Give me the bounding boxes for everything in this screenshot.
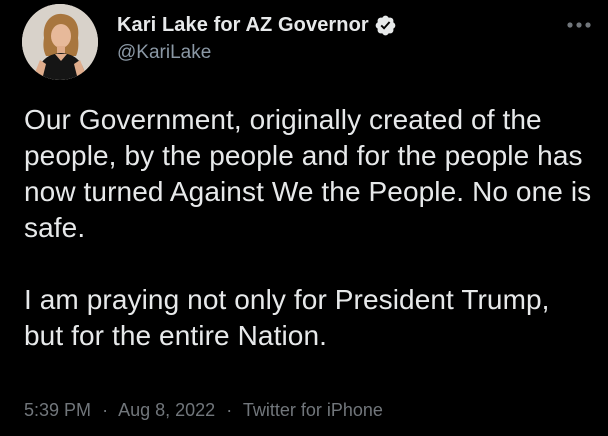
meta-separator: ·	[226, 400, 233, 420]
tweet-source[interactable]: Twitter for iPhone	[243, 400, 383, 420]
avatar[interactable]	[22, 4, 98, 80]
author-block: Kari Lake for AZ Governor @KariLake	[117, 12, 397, 64]
tweet-card: Kari Lake for AZ Governor @KariLake Our …	[0, 0, 608, 436]
profile-photo-icon	[22, 4, 98, 80]
user-handle[interactable]: @KariLake	[117, 42, 397, 64]
tweet-text: Our Government, originally created of th…	[24, 102, 596, 354]
more-options-button[interactable]	[564, 14, 594, 36]
more-options-icon	[567, 22, 591, 28]
tweet-date[interactable]: Aug 8, 2022	[118, 400, 215, 420]
display-name[interactable]: Kari Lake for AZ Governor	[117, 14, 369, 37]
tweet-paragraph: I am praying not only for President Trum…	[24, 284, 550, 351]
meta-separator: ·	[102, 400, 109, 420]
verified-badge-icon	[374, 14, 397, 37]
tweet-time[interactable]: 5:39 PM	[24, 400, 91, 420]
name-row: Kari Lake for AZ Governor	[117, 12, 397, 38]
tweet-meta: 5:39 PM · Aug 8, 2022 · Twitter for iPho…	[24, 400, 383, 421]
tweet-paragraph: Our Government, originally created of th…	[24, 104, 592, 243]
